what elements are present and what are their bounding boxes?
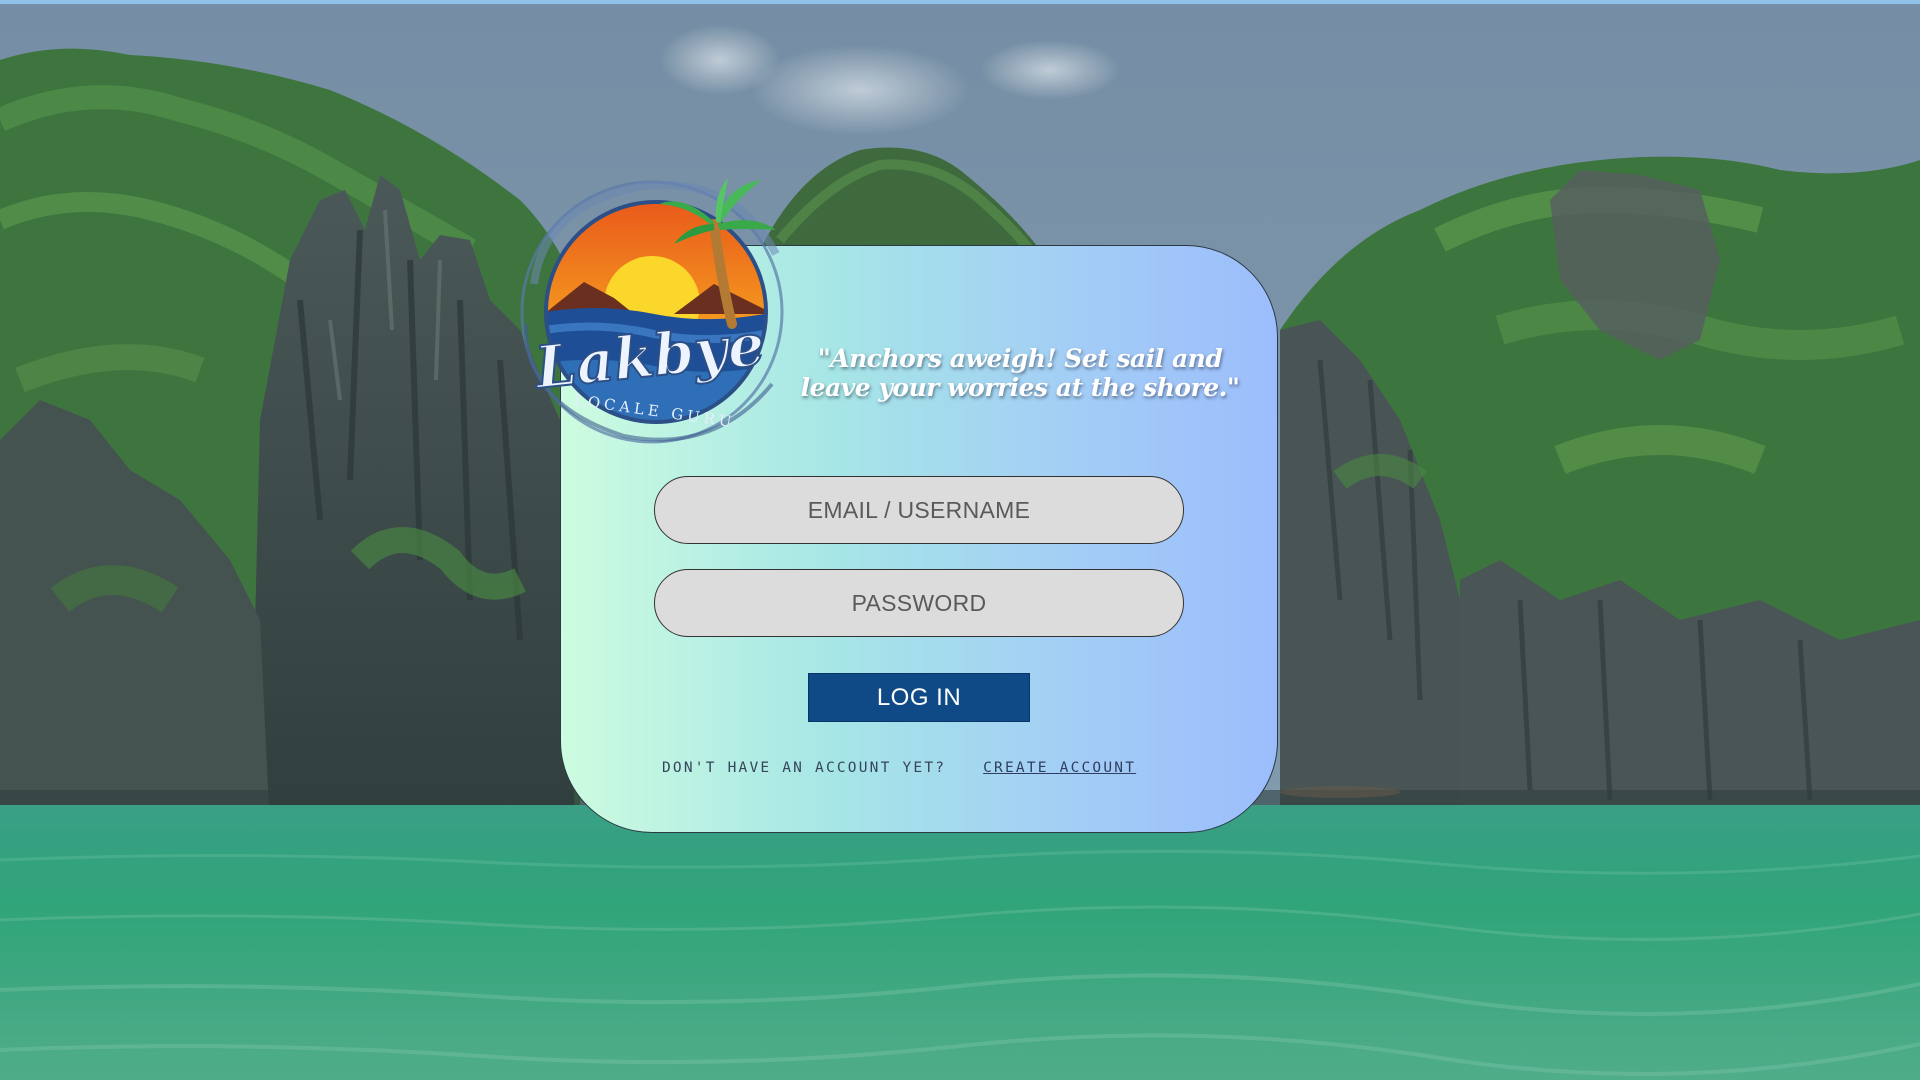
tagline-quote: "Anchors aweigh! Set sail and leave your… [800,344,1240,402]
login-button[interactable]: LOG IN [808,673,1030,722]
login-page: "Anchors aweigh! Set sail and leave your… [0,0,1920,1080]
no-account-text: DON'T HAVE AN ACCOUNT YET? [662,760,947,776]
lakbye-logo: Lakbye LOCALE GURU [514,164,790,448]
email-username-input[interactable] [654,476,1184,544]
create-account-link[interactable]: CREATE ACCOUNT [983,760,1136,776]
signup-prompt-row: DON'T HAVE AN ACCOUNT YET? CREATE ACCOUN… [662,760,1202,776]
top-accent-bar [0,0,1920,4]
password-input[interactable] [654,569,1184,637]
